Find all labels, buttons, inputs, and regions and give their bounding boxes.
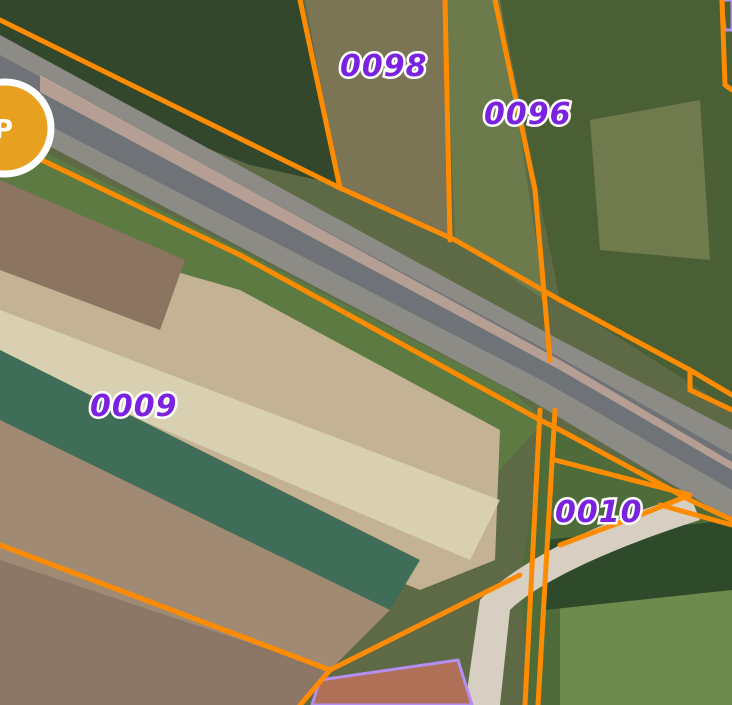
parcel-label-0098[interactable]: 0098 — [338, 47, 430, 87]
parcel-map[interactable]: 0098 0096 0009 0010 P — [0, 0, 732, 705]
parcel-label-0010[interactable]: 0010 — [553, 493, 645, 533]
parcel-label-0009[interactable]: 0009 — [88, 387, 180, 427]
garden-patch — [590, 100, 710, 260]
location-marker-glyph: P — [0, 115, 13, 145]
parcel-label-0096[interactable]: 0096 — [482, 95, 574, 135]
